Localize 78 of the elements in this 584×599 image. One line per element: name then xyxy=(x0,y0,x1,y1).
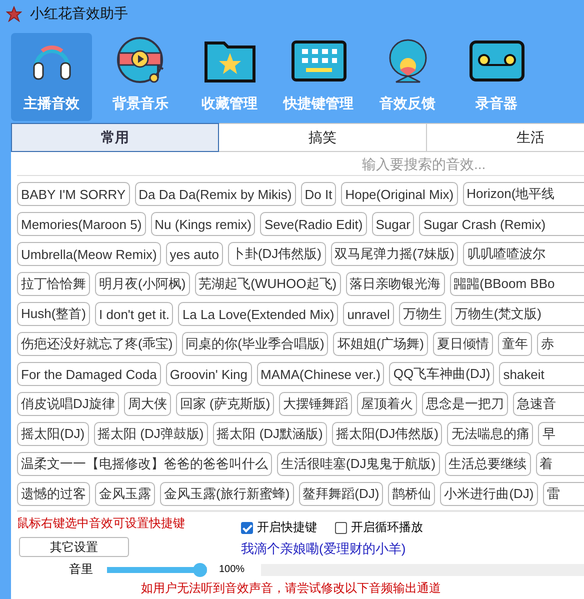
sound-button[interactable]: 拉丁恰恰舞 xyxy=(17,272,90,296)
sound-button[interactable]: 金风玉露 xyxy=(95,482,155,506)
sound-button[interactable]: 回家 (萨克斯版) xyxy=(176,392,274,416)
sound-button[interactable]: 温柔文一一【电摇修改】爸爸的爸爸叫什么 xyxy=(17,452,272,476)
option-checkbox[interactable]: 开启快捷键 xyxy=(241,520,317,535)
sound-button[interactable]: Horizon(地平线 xyxy=(462,182,584,206)
sound-button[interactable]: 早 xyxy=(538,422,584,446)
keyboard-icon xyxy=(290,40,346,82)
sound-button[interactable]: 落日亲吻银光海 xyxy=(346,272,445,296)
sound-button[interactable]: Groovin' King xyxy=(166,362,252,386)
sound-button[interactable]: Umbrella(Meow Remix) xyxy=(17,242,161,266)
category-tab[interactable]: 搞笑 xyxy=(219,123,427,152)
sound-button[interactable]: shakeit xyxy=(499,362,584,386)
sound-button[interactable]: 周大侠 xyxy=(124,392,171,416)
sound-button[interactable]: For the Damaged Coda xyxy=(17,362,161,386)
sound-button[interactable]: 叽叽喳喳波尔 xyxy=(463,242,584,266)
sound-button[interactable]: 摇太阳 (DJ默涵版) xyxy=(212,422,327,446)
sound-button[interactable]: 芜湖起飞(WUHOO起飞) xyxy=(194,272,341,296)
sound-button[interactable]: 遗憾的过客 xyxy=(17,482,90,506)
sound-button[interactable]: MAMA(Chinese ver.) xyxy=(256,362,384,386)
sound-button[interactable]: 摇太阳 (DJ弹鼓版) xyxy=(94,422,208,446)
sound-button[interactable]: 坏姐姐(广场舞) xyxy=(333,332,428,356)
sound-button[interactable]: 童年 xyxy=(498,332,532,356)
sound-button[interactable]: 嘂嘂(BBoom BBo xyxy=(450,272,584,296)
sound-button[interactable]: 鳌拜舞蹈(DJ) xyxy=(298,482,384,506)
sound-button[interactable]: 着 xyxy=(536,452,584,476)
sound-button[interactable]: Da Da Da(Remix by Mikis) xyxy=(134,182,296,206)
sound-button[interactable]: unravel xyxy=(343,302,394,326)
music-disc-icon xyxy=(116,36,166,86)
now-playing-link[interactable]: 我滴个亲娘嘞(爱理财的小羊) xyxy=(241,535,584,556)
sound-button[interactable]: 雷 xyxy=(542,482,584,506)
sound-button[interactable]: yes auto xyxy=(166,242,223,266)
volume-reading: 100% xyxy=(219,563,245,578)
cassette-icon xyxy=(468,40,524,82)
option-checkbox[interactable]: 开启循环播放 xyxy=(335,520,423,535)
output-hint: 如用户无法听到音效声音，请尝试修改以下音频输出通道 xyxy=(140,581,442,598)
hint-text: 鼠标右键选中音效可设置快捷键 xyxy=(17,516,186,531)
sound-button[interactable]: 伤疤还没好就忘了疼(乖宝) xyxy=(17,332,177,356)
sound-button[interactable]: 鹊桥仙 xyxy=(388,482,436,506)
sound-button[interactable]: 明月夜(小阿枫) xyxy=(95,272,190,296)
sound-button[interactable]: 大摆锤舞蹈 xyxy=(279,392,352,416)
sound-button[interactable]: 赤 xyxy=(537,332,584,356)
volume-label: 音里 xyxy=(68,562,94,578)
sound-button[interactable]: 急速音 xyxy=(513,392,584,416)
sound-button[interactable]: 万物生 xyxy=(398,302,446,326)
sound-button[interactable]: Do It xyxy=(300,182,336,206)
sound-button[interactable]: 生活总要继续 xyxy=(444,452,531,476)
sound-button[interactable]: La La Love(Extended Mix) xyxy=(178,302,338,326)
sound-button[interactable]: 双马尾弹力摇(7妹版) xyxy=(330,242,458,266)
sound-button[interactable]: BABY I'M SORRY xyxy=(17,182,130,206)
search-field[interactable]: 输入要搜索的音效... xyxy=(360,154,584,172)
category-tab[interactable]: 常用 xyxy=(11,123,219,152)
sound-button[interactable]: 同桌的你(毕业季合唱版) xyxy=(182,332,328,356)
sound-button[interactable]: 生活很哇塞(DJ鬼鬼于航版) xyxy=(277,452,440,476)
sound-button[interactable]: Sugar Crash (Remix) xyxy=(419,212,584,236)
sound-button[interactable]: Hush(整首) xyxy=(17,302,90,326)
sound-button[interactable]: 屋顶着火 xyxy=(357,392,418,416)
settings-button[interactable]: 其它设置 xyxy=(19,537,129,557)
sound-button[interactable]: Hope(Original Mix) xyxy=(341,182,458,206)
sound-button[interactable]: Memories(Maroon 5) xyxy=(17,212,146,236)
sound-button[interactable]: Sugar xyxy=(372,212,414,236)
sound-button[interactable]: 金风玉露(旅行新蜜蜂) xyxy=(160,482,294,506)
sound-button[interactable]: 摇太阳(DJ) xyxy=(17,422,89,446)
star-folder-icon xyxy=(204,39,256,83)
window-title: 小红花音效助手 xyxy=(30,4,128,22)
sound-button[interactable]: Nu (Kings remix) xyxy=(150,212,256,236)
sound-button[interactable]: 卜卦(DJ伟然版) xyxy=(228,242,326,266)
sound-button[interactable]: 小米进行曲(DJ) xyxy=(440,482,538,506)
sound-button[interactable]: 思念是一把刀 xyxy=(422,392,508,416)
sound-button[interactable]: 摇太阳(DJ伟然版) xyxy=(332,422,442,446)
sound-button[interactable]: Seve(Radio Edit) xyxy=(260,212,367,236)
sound-button[interactable]: I don't get it. xyxy=(95,302,174,326)
category-tab[interactable]: 生活 xyxy=(427,123,584,152)
sound-button[interactable]: 无法喘息的痛 xyxy=(447,422,534,446)
sound-button[interactable]: QQ飞车神曲(DJ) xyxy=(389,362,494,386)
sound-button[interactable]: 俏皮说唱DJ旋律 xyxy=(17,392,119,416)
sound-button[interactable]: 万物生(梵文版) xyxy=(450,302,584,326)
sound-button[interactable]: 夏日倾情 xyxy=(433,332,494,356)
